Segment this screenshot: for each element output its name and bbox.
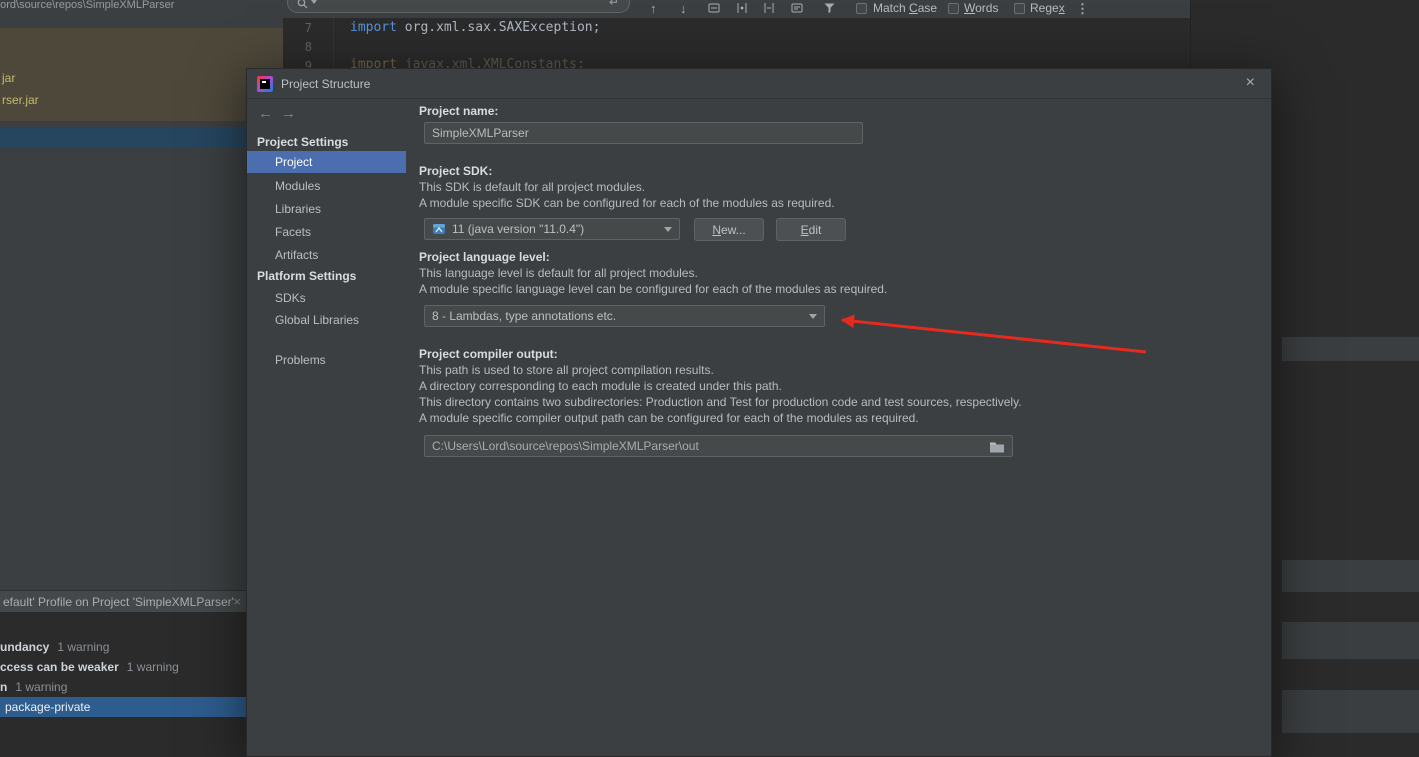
- show-filter-popup-icon[interactable]: [790, 2, 804, 14]
- sidebar-item-artifacts[interactable]: Artifacts: [275, 248, 318, 262]
- compiler-output-description: This directory contains two subdirectori…: [419, 395, 1022, 409]
- project-sdk-label: Project SDK:: [419, 164, 493, 178]
- tree-item-jar[interactable]: jar: [2, 71, 15, 85]
- code-line[interactable]: import org.xml.sax.SAXException;: [350, 20, 600, 35]
- in-selection-icon[interactable]: [708, 2, 720, 14]
- sidebar-item-modules[interactable]: Modules: [275, 179, 320, 193]
- search-icon: [297, 0, 308, 9]
- sidebar-item-libraries[interactable]: Libraries: [275, 202, 321, 216]
- close-icon[interactable]: ×: [1246, 75, 1255, 91]
- sidebar-item-problems[interactable]: Problems: [275, 353, 326, 367]
- sidebar-header-platform-settings: Platform Settings: [257, 269, 357, 283]
- match-case-label[interactable]: Match Case: [873, 1, 937, 15]
- sidebar-item-sdks[interactable]: SDKs: [275, 291, 306, 305]
- dialog-title: Project Structure: [281, 77, 371, 91]
- inspection-row-selected[interactable]: package-private: [0, 697, 246, 717]
- project-name-label: Project name:: [419, 104, 499, 118]
- more-options-icon[interactable]: ⋮: [1076, 1, 1089, 17]
- match-case-checkbox[interactable]: [856, 3, 867, 14]
- words-checkbox[interactable]: [948, 3, 959, 14]
- navigate-down-icon[interactable]: ↓: [680, 1, 687, 17]
- background-row: [1282, 337, 1419, 361]
- sdk-description: This SDK is default for all project modu…: [419, 180, 646, 194]
- compiler-output-path-input[interactable]: C:\Users\Lord\source\repos\SimpleXMLPars…: [424, 435, 1013, 457]
- ide-screen: Lord\source\repos\SimpleXMLParser jar rs…: [0, 0, 1419, 757]
- line-number: 8: [304, 40, 312, 54]
- language-level-label: Project language level:: [419, 250, 550, 264]
- folder-icon[interactable]: [989, 440, 1005, 453]
- navigate-up-icon[interactable]: ↑: [650, 1, 657, 17]
- tab-close-icon[interactable]: ×: [233, 594, 241, 609]
- compiler-output-label: Project compiler output:: [419, 347, 558, 361]
- select-all-occurrences-icon[interactable]: [762, 2, 776, 14]
- language-level-description: A module specific language level can be …: [419, 282, 888, 296]
- find-toolbar: ↵ ↑ ↓ Match Case Words Regex ⋮: [283, 0, 1190, 19]
- sidebar-header-project-settings: Project Settings: [257, 135, 349, 149]
- regex-label[interactable]: Regex: [1030, 1, 1065, 15]
- search-input[interactable]: ↵: [287, 0, 630, 13]
- inspection-tab[interactable]: efault' Profile on Project 'SimpleXMLPar…: [0, 590, 246, 613]
- edit-sdk-button[interactable]: Edit: [776, 218, 846, 241]
- dialog-title-bar[interactable]: Project Structure ×: [247, 69, 1271, 99]
- window-title: Lord\source\repos\SimpleXMLParser: [0, 0, 175, 11]
- background-row: [1282, 622, 1419, 659]
- back-icon[interactable]: ←: [258, 105, 273, 122]
- filter-icon[interactable]: [823, 2, 836, 15]
- compiler-output-description: A module specific compiler output path c…: [419, 411, 919, 425]
- language-level-combobox[interactable]: 8 - Lambdas, type annotations etc.: [424, 305, 825, 327]
- tree-selected-row[interactable]: [0, 127, 283, 148]
- inspection-results: undancy 1 warning ccess can be weaker 1 wa…: [0, 613, 246, 757]
- project-sdk-combobox[interactable]: 11 (java version "11.0.4"): [424, 218, 680, 240]
- sdk-description: A module specific SDK can be configured …: [419, 196, 835, 210]
- compiler-output-description: This path is used to store all project c…: [419, 363, 714, 377]
- background-row: [1282, 690, 1419, 733]
- tree-item-jar[interactable]: rser.jar: [2, 93, 39, 107]
- words-label[interactable]: Words: [964, 1, 998, 15]
- combo-arrow-icon: [809, 314, 817, 319]
- language-level-description: This language level is default for all p…: [419, 266, 698, 280]
- library-highlight-block: jar rser.jar: [0, 28, 283, 121]
- regex-checkbox[interactable]: [1014, 3, 1025, 14]
- compiler-output-description: A directory corresponding to each module…: [419, 379, 782, 393]
- project-name-input[interactable]: SimpleXMLParser: [424, 122, 863, 144]
- combo-arrow-icon: [664, 227, 672, 232]
- background-row: [1282, 560, 1419, 592]
- sidebar-item-facets[interactable]: Facets: [275, 225, 311, 239]
- sdk-icon: [433, 224, 445, 234]
- sidebar-item-project[interactable]: Project: [247, 151, 406, 173]
- intellij-logo-icon: [257, 76, 273, 92]
- new-sdk-button[interactable]: New...: [694, 218, 764, 241]
- inspection-row[interactable]: undancy 1 warning: [0, 640, 109, 654]
- inspection-tab-label: efault' Profile on Project 'SimpleXMLPar…: [3, 595, 234, 609]
- select-occurrence-icon[interactable]: [735, 2, 749, 14]
- search-history-chevron-icon[interactable]: [311, 0, 317, 4]
- inspection-row[interactable]: n1 warning: [0, 680, 67, 694]
- forward-icon[interactable]: →: [281, 105, 296, 122]
- line-number: 7: [304, 21, 312, 35]
- sidebar-item-global-libraries[interactable]: Global Libraries: [275, 313, 359, 327]
- project-structure-dialog: Project Structure × ← → Project Settings…: [246, 68, 1272, 757]
- enter-icon[interactable]: ↵: [609, 0, 619, 9]
- inspection-row[interactable]: ccess can be weaker 1 warning: [0, 660, 179, 674]
